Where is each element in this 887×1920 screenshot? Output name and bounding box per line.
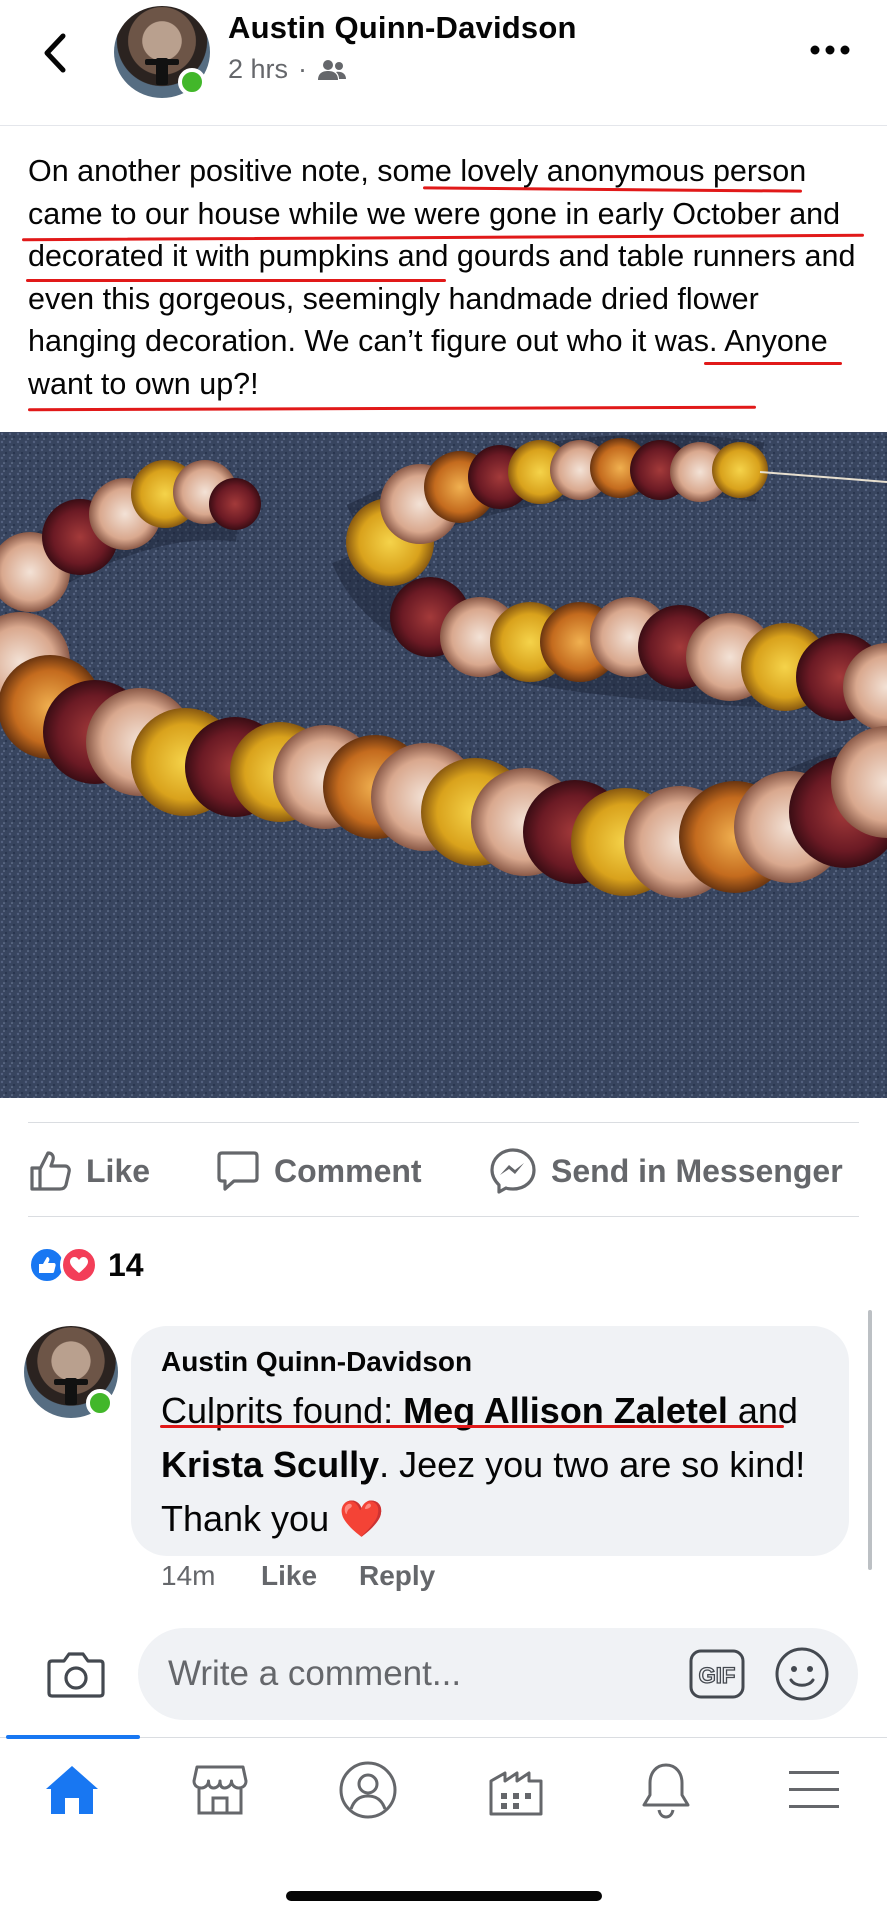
post-timestamp[interactable]: 2 hrs <box>228 54 288 85</box>
comment-bubble-icon <box>217 1151 259 1191</box>
post-photo[interactable] <box>0 432 887 1098</box>
like-label: Like <box>86 1152 151 1189</box>
nav-profile[interactable] <box>338 1760 398 1820</box>
pages-icon <box>489 1771 543 1816</box>
love-reaction-icon <box>60 1246 98 1284</box>
commenter-online-indicator <box>86 1389 114 1417</box>
comment-author[interactable]: Austin Quinn-Davidson <box>161 1346 472 1378</box>
notifications-icon <box>642 1763 690 1819</box>
active-tab-indicator <box>6 1735 140 1739</box>
post-meta: 2 hrs · <box>228 54 347 85</box>
nav-marketplace[interactable] <box>190 1760 250 1820</box>
more-horizontal-icon <box>810 45 850 55</box>
gif-icon: GIF <box>689 1649 745 1699</box>
heart-emoji: ❤️ <box>339 1498 384 1539</box>
comment-reply-button[interactable]: Reply <box>359 1560 435 1592</box>
home-indicator-bar[interactable] <box>286 1891 602 1901</box>
send-in-messenger-button[interactable]: Send in Messenger <box>489 1146 843 1196</box>
gif-button[interactable]: GIF <box>688 1648 746 1700</box>
comment-button[interactable]: Comment <box>216 1146 422 1196</box>
reaction-count: 14 <box>108 1246 144 1283</box>
nav-menu[interactable] <box>784 1760 844 1820</box>
annotation-underline <box>26 279 446 282</box>
like-button[interactable]: Like <box>28 1146 150 1196</box>
nav-pages[interactable] <box>486 1760 546 1820</box>
marketplace-icon <box>192 1765 248 1815</box>
meta-separator: · <box>298 54 308 84</box>
dried-flower-garland-photo <box>0 432 887 1098</box>
messenger-icon <box>490 1148 536 1194</box>
more-options-button[interactable] <box>808 36 852 64</box>
action-divider-top <box>28 1122 859 1123</box>
home-icon <box>46 1766 98 1814</box>
scrollbar[interactable] <box>868 1310 872 1570</box>
profile-icon <box>339 1761 397 1819</box>
write-comment-input[interactable] <box>168 1650 648 1698</box>
annotation-underline <box>160 1425 784 1428</box>
online-status-indicator <box>178 68 206 96</box>
nav-home[interactable] <box>42 1760 102 1820</box>
camera-icon <box>47 1652 105 1698</box>
friends-icon <box>318 59 347 80</box>
post-header: Austin Quinn-Davidson 2 hrs · <box>0 0 887 126</box>
chevron-left-icon <box>44 33 66 73</box>
author-name[interactable]: Austin Quinn-Davidson <box>228 10 577 46</box>
mention-link[interactable]: Krista Scully <box>161 1444 379 1485</box>
comment-text: Culprits found: Meg Allison Zaletel and … <box>161 1384 841 1546</box>
annotation-underline <box>704 362 842 365</box>
annotation-underline <box>27 405 757 412</box>
comment-label: Comment <box>274 1152 422 1189</box>
svg-text:GIF: GIF <box>699 1663 736 1688</box>
emoji-button[interactable] <box>774 1646 830 1702</box>
action-divider-bottom <box>28 1216 859 1217</box>
comment-time: 14m <box>161 1560 216 1591</box>
camera-button[interactable] <box>44 1646 108 1702</box>
back-button[interactable] <box>32 26 78 80</box>
comment-like-button[interactable]: Like <box>261 1560 317 1592</box>
menu-icon <box>789 1771 839 1808</box>
smiley-icon <box>775 1647 829 1701</box>
send-label: Send in Messenger <box>551 1152 843 1189</box>
thumbs-up-icon <box>30 1151 71 1191</box>
reactions-summary[interactable]: 14 <box>28 1246 144 1284</box>
nav-notifications[interactable] <box>636 1760 696 1820</box>
